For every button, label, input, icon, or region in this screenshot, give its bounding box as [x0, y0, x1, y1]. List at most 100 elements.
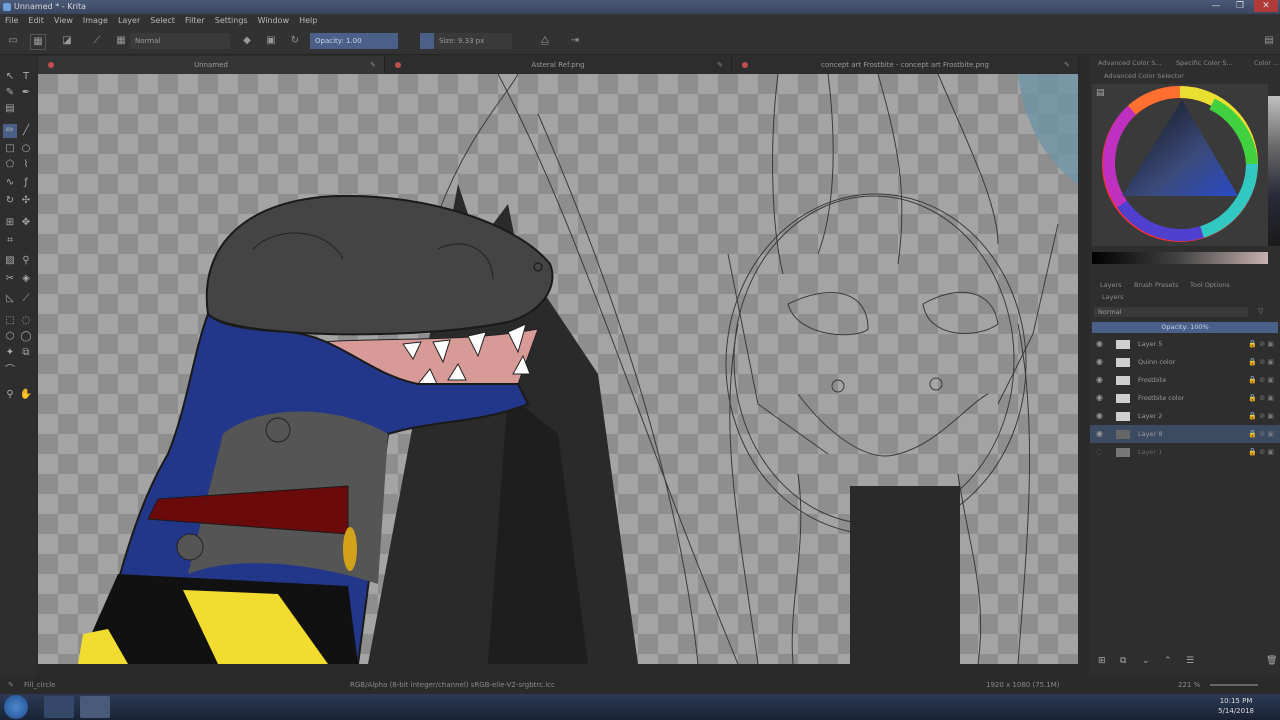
color-picker-icon[interactable]: ⚲ [19, 254, 33, 268]
select-shapes-icon[interactable]: ↖ [3, 70, 17, 84]
freehand-path-icon[interactable]: ƒ [19, 176, 33, 190]
menu-layer[interactable]: Layer [113, 14, 145, 28]
dynamic-brush-icon[interactable]: ↻ [3, 194, 17, 208]
duplicate-layer-icon[interactable]: ⧉ [1120, 656, 1126, 666]
tab-brush-presets[interactable]: Brush Presets [1134, 278, 1178, 292]
rect-select-icon[interactable]: ⬚ [3, 314, 17, 328]
lock-icon[interactable]: 🔒 ⊘ ▣ [1248, 335, 1274, 353]
lock-icon[interactable]: 🔒 ⊘ ▣ [1248, 407, 1274, 425]
measure-tool-icon[interactable]: ⟋ [19, 292, 33, 306]
multibrush-icon[interactable]: ✣ [19, 194, 33, 208]
brush-preset-icon[interactable]: ▦ [30, 34, 46, 50]
color-wheel[interactable] [1092, 84, 1268, 246]
ellipse-tool-icon[interactable]: ○ [19, 142, 33, 156]
brush-tool-icon[interactable]: ✏ [3, 124, 17, 138]
close-tab-icon[interactable]: ✎ [1064, 56, 1070, 74]
zoom-slider[interactable] [1210, 684, 1258, 686]
assistant-tool-icon[interactable]: ◺ [3, 292, 17, 306]
crop-tool-icon[interactable]: ⌗ [3, 234, 17, 248]
layer-row[interactable]: ◉ Frostbite 🔒 ⊘ ▣ [1090, 371, 1280, 389]
calligraphy-icon[interactable]: ✒ [19, 86, 33, 100]
lock-icon[interactable]: 🔒 ⊘ ▣ [1248, 389, 1274, 407]
menu-window[interactable]: Window [253, 14, 295, 28]
move-tool-icon[interactable]: ✥ [19, 216, 33, 230]
layer-opacity-slider[interactable]: Opacity: 100% [1092, 322, 1278, 333]
tab-specific-color-selector[interactable]: Specific Color S... [1176, 56, 1233, 70]
layer-row[interactable]: ◌ Layer 1 🔒 ⊘ ▣ [1090, 443, 1280, 461]
layer-row[interactable]: ◉ Layer 2 🔒 ⊘ ▣ [1090, 407, 1280, 425]
opacity-slider[interactable]: Opacity: 1.00 [310, 33, 398, 49]
move-up-icon[interactable]: ⌃ [1164, 656, 1172, 666]
canvas[interactable] [38, 74, 1078, 664]
eye-icon[interactable]: ◉ [1096, 353, 1103, 371]
menu-settings[interactable]: Settings [210, 14, 253, 28]
polygon-select-icon[interactable]: ⬡ [3, 330, 17, 344]
tab-advanced-color-selector[interactable]: Advanced Color S... [1098, 56, 1162, 70]
eye-icon[interactable]: ◉ [1096, 335, 1103, 353]
menu-view[interactable]: View [49, 14, 78, 28]
layer-row[interactable]: ◉ Frostbite color 🔒 ⊘ ▣ [1090, 389, 1280, 407]
layer-properties-icon[interactable]: ☰ [1186, 656, 1194, 666]
close-tab-icon[interactable]: ✎ [717, 56, 723, 74]
fill-tool-icon[interactable]: ◈ [19, 272, 33, 286]
menu-filter[interactable]: Filter [180, 14, 210, 28]
minimize-button[interactable]: — [1204, 0, 1228, 12]
eye-icon[interactable]: ◉ [1096, 389, 1103, 407]
file-explorer-icon[interactable] [44, 696, 74, 718]
color-history-bar[interactable] [1092, 252, 1268, 264]
add-layer-icon[interactable]: ⊞ [1098, 656, 1106, 666]
preserve-alpha-icon[interactable]: ▣ [264, 34, 278, 48]
lock-icon[interactable]: 🔒 ⊘ ▣ [1248, 443, 1274, 461]
layer-row[interactable]: ◉ Layer 5 🔒 ⊘ ▣ [1090, 335, 1280, 353]
fg-bg-color-icon[interactable]: ◪ [60, 34, 74, 48]
gradient-tool-icon[interactable]: ▤ [3, 102, 17, 116]
lock-icon[interactable]: 🔒 ⊘ ▣ [1248, 371, 1274, 389]
polygon-tool-icon[interactable]: ⬠ [3, 158, 17, 172]
tab-concept-art-frostbite[interactable]: concept art Frostbite - concept art Fros… [732, 56, 1079, 74]
pattern-icon[interactable]: ▦ [114, 34, 128, 48]
size-slider[interactable]: Size: 9.33 px [420, 33, 512, 49]
lock-icon[interactable]: 🔒 ⊘ ▣ [1248, 425, 1274, 443]
menu-help[interactable]: Help [294, 14, 322, 28]
color-patches[interactable] [1268, 96, 1280, 246]
start-button[interactable] [4, 695, 28, 719]
edit-shapes-icon[interactable]: ✎ [3, 86, 17, 100]
close-button[interactable]: ✕ [1254, 0, 1278, 12]
tab-tool-options[interactable]: Tool Options [1190, 278, 1230, 292]
menu-file[interactable]: File [0, 14, 23, 28]
polyline-tool-icon[interactable]: ⌇ [19, 158, 33, 172]
krita-taskbar-icon[interactable] [80, 696, 110, 718]
ellipse-select-icon[interactable]: ◌ [19, 314, 33, 328]
filter-icon[interactable]: ▽ [1258, 307, 1263, 315]
menu-select[interactable]: Select [145, 14, 180, 28]
reload-preset-icon[interactable]: ↻ [288, 34, 302, 48]
maximize-button[interactable]: ❐ [1228, 0, 1252, 12]
layer-row-selected[interactable]: ◉ Layer 8 🔒 ⊘ ▣ [1090, 425, 1280, 443]
eye-hidden-icon[interactable]: ◌ [1096, 443, 1103, 461]
smart-patch-icon[interactable]: ✂ [3, 272, 17, 286]
lock-icon[interactable]: 🔒 ⊘ ▣ [1248, 353, 1274, 371]
gradient-icon[interactable]: ⟋ [90, 34, 104, 48]
close-tab-icon[interactable]: ✎ [370, 56, 376, 74]
layer-row[interactable]: ◉ Quinn color 🔒 ⊘ ▣ [1090, 353, 1280, 371]
layer-blend-mode-select[interactable]: Normal [1094, 307, 1248, 317]
gradient-fill-icon[interactable]: ▨ [3, 254, 17, 268]
outline-select-icon[interactable]: ◯ [19, 330, 33, 344]
bezier-tool-icon[interactable]: ∿ [3, 176, 17, 190]
menu-edit[interactable]: Edit [23, 14, 49, 28]
line-tool-icon[interactable]: ╱ [19, 124, 33, 138]
transform-tool-icon[interactable]: ⊞ [3, 216, 17, 230]
mirror-vertical-icon[interactable]: ⇥ [568, 34, 582, 48]
delete-layer-icon[interactable]: 🗑 [1266, 656, 1277, 666]
new-document-icon[interactable]: ▭ [6, 34, 20, 48]
tab-asteral-ref[interactable]: Asteral Ref.png ✎ [385, 56, 732, 74]
eraser-mode-icon[interactable]: ◆ [240, 34, 254, 48]
workspace-icon[interactable]: ▤ [1262, 34, 1276, 48]
mirror-horizontal-icon[interactable]: ⧋ [538, 34, 552, 48]
bezier-select-icon[interactable]: ⌒ [3, 364, 17, 378]
tab-unnamed[interactable]: Unnamed ✎ [38, 56, 385, 74]
zoom-tool-icon[interactable]: ⚲ [3, 388, 17, 402]
eye-icon[interactable]: ◉ [1096, 371, 1103, 389]
tab-color[interactable]: Color ... [1254, 56, 1279, 70]
eye-icon[interactable]: ◉ [1096, 407, 1103, 425]
